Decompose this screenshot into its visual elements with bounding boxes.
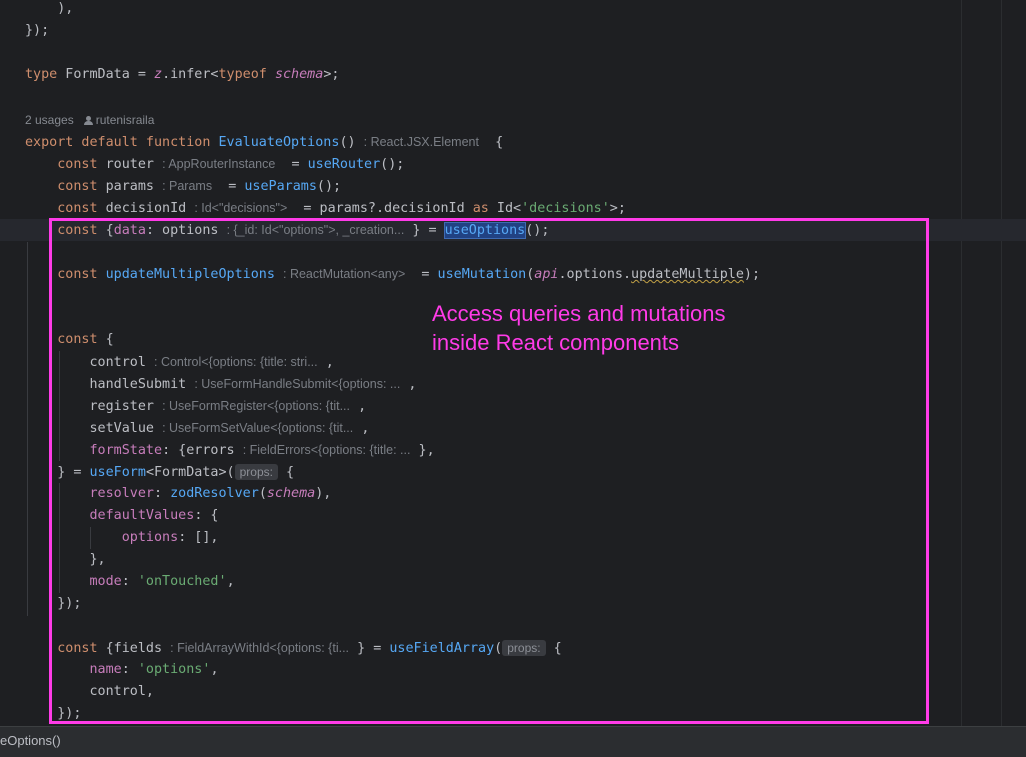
code-line[interactable]: export default function EvaluateOptions(… [25,131,503,153]
code-line[interactable]: handleSubmit : UseFormHandleSubmit<{opti… [25,373,417,395]
code-line[interactable]: const {fields : FieldArrayWithId<{option… [25,637,562,659]
type-hint: : UseFormRegister<{options: {tit... [162,399,350,413]
code-line[interactable]: setValue : UseFormSetValue<{options: {ti… [25,417,370,439]
code-line[interactable]: }); [25,703,81,725]
annotation-line-2: inside React components [432,330,680,355]
code-vision-hints[interactable]: 2 usages rutenisraila [25,109,154,131]
type-hint: : Control<{options: {title: stri... [154,355,318,369]
code-line[interactable]: }); [25,20,49,42]
code-line[interactable]: } = useForm<FormData>(props: { [25,461,294,483]
code-line[interactable]: defaultValues: { [25,505,219,527]
user-icon [83,116,93,125]
type-hint: : UseFormSetValue<{options: {tit... [162,421,354,435]
type-hint: : UseFormHandleSubmit<{options: ... [194,377,401,391]
code-line[interactable]: }, [25,549,106,571]
type-hint: : FieldErrors<{options: {title: ... [242,443,411,457]
annotation-text: Access queries and mutations inside Reac… [432,299,852,357]
code-editor[interactable]: ), }); type FormData = z.infer<typeof sc… [0,0,1026,726]
type-hint: : React.JSX.Element [363,135,479,149]
code-line[interactable]: resolver: zodResolver(schema), [25,483,332,505]
parameter-hint: props: [502,640,546,656]
type-hint: : FieldArrayWithId<{options: {ti... [170,641,350,655]
parameter-hint: props: [234,464,278,480]
code-line[interactable]: register : UseFormRegister<{options: {ti… [25,395,367,417]
code-line[interactable]: type FormData = z.infer<typeof schema>; [25,64,339,86]
code-line[interactable]: ), [25,0,73,20]
code-line[interactable]: const params : Params = useParams(); [25,175,341,197]
right-margin-guide [961,0,962,726]
code-line[interactable]: options: [], [25,527,219,549]
warning-squiggle[interactable]: updateMultiple [631,267,744,282]
code-line[interactable]: control : Control<{options: {title: stri… [25,351,334,373]
type-hint: : AppRouterInstance [162,157,276,171]
current-code-line[interactable]: const {data: options : {_id: Id<"options… [0,219,1026,241]
type-hint: : Id<"decisions"> [194,201,288,215]
type-hint: : Params [162,179,213,193]
code-line[interactable]: const updateMultipleOptions : ReactMutat… [25,263,760,285]
code-line[interactable]: mode: 'onTouched', [25,571,235,593]
code-line[interactable]: const decisionId : Id<"decisions"> = par… [25,197,626,219]
annotation-line-1: Access queries and mutations [432,301,726,326]
selected-symbol[interactable]: useOptions [443,222,527,239]
type-hint: : ReactMutation<any> [283,267,406,281]
breadcrumb[interactable]: eOptions() [0,733,61,748]
type-hint: : {_id: Id<"options">, _creation... [226,223,405,237]
editor-scrollbar-track[interactable] [1001,0,1002,726]
code-line[interactable]: control, [25,681,155,703]
author-name[interactable]: rutenisraila [96,113,155,127]
status-bar: eOptions() [0,726,1026,757]
code-line[interactable]: const { [25,329,113,351]
code-line[interactable]: const router : AppRouterInstance = useRo… [25,153,404,175]
code-line[interactable]: formState: {errors : FieldErrors<{option… [25,439,435,461]
usages-link[interactable]: 2 usages [25,113,74,127]
code-line[interactable]: name: 'options', [25,659,219,681]
code-line[interactable]: }); [25,593,81,615]
